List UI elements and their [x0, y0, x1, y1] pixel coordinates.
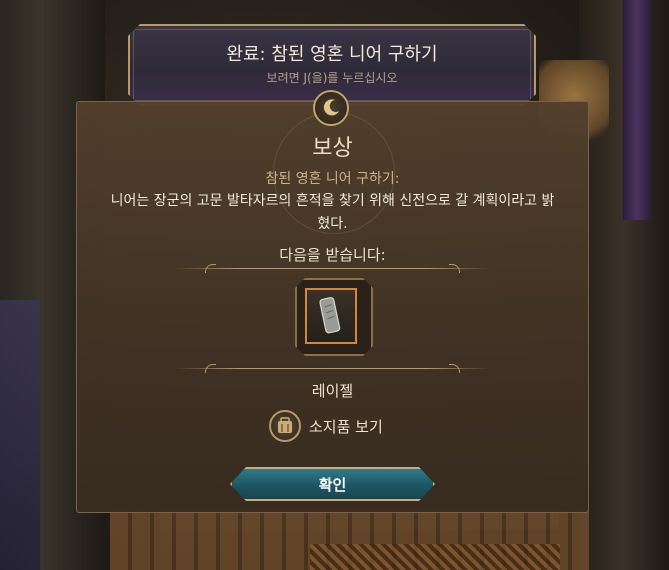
reward-heading: 보상	[312, 136, 353, 161]
receive-label: 다음을 받습니다:	[279, 246, 386, 264]
quest-description: 니어는 장군의 고문 발타자르의 흔적을 찾기 위해 신전으로 갈 계획이라고 …	[110, 193, 555, 232]
quest-name: 참된 영혼 니어 구하기:	[265, 171, 400, 187]
reward-item-slot[interactable]	[305, 288, 357, 344]
view-inventory-label[interactable]: 소지품 보기	[309, 416, 383, 437]
backpack-icon	[278, 417, 292, 433]
inventory-icon[interactable]	[269, 410, 301, 442]
crescent-icon	[323, 99, 339, 116]
scroll-item-icon	[319, 297, 341, 334]
purple-pillar	[623, 0, 651, 220]
banner-title: 완료: 참된 영혼 니어 구하기	[226, 44, 438, 65]
quest-medallion-icon	[313, 90, 349, 126]
banner-hint: 보려면 J(을)를 누르십시오	[266, 71, 398, 85]
floor-grate	[310, 544, 560, 570]
ornamental-divider-top	[175, 264, 490, 273]
ornamental-divider-bottom	[175, 364, 490, 373]
character-name: 레이젤	[311, 382, 354, 400]
stone-wall-shadow	[0, 300, 40, 570]
confirm-button[interactable]: 확인	[230, 467, 435, 501]
